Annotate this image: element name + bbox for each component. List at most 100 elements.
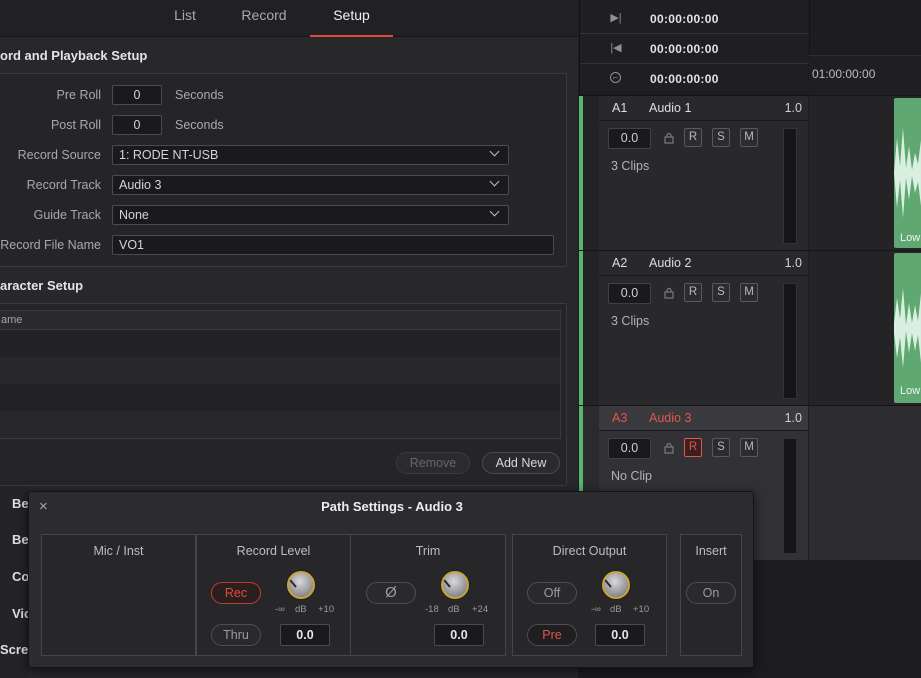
tab-record[interactable]: Record	[234, 0, 294, 37]
track-id: A1	[612, 101, 628, 115]
track-name[interactable]: Audio 2	[649, 256, 691, 270]
direct-output-knob[interactable]	[602, 571, 630, 599]
trim-value[interactable]: 0.0	[434, 624, 484, 646]
scale-unit: dB	[448, 604, 460, 615]
chevron-down-icon	[489, 206, 500, 217]
track-header: A2 Audio 2 1.0	[599, 251, 808, 276]
track-id: A3	[612, 411, 628, 425]
record-level-knob[interactable]	[287, 571, 315, 599]
scale-unit: dB	[295, 604, 307, 615]
track-lane[interactable]	[809, 405, 921, 560]
character-list-header: ame	[0, 311, 560, 330]
timeline-view[interactable]: 01:00:00:00 Low Low	[809, 0, 921, 678]
solo-button[interactable]: S	[712, 438, 730, 457]
sidebar-item[interactable]: Vic	[0, 596, 28, 632]
track-name[interactable]: Audio 1	[649, 101, 691, 115]
clip-label: Low	[900, 232, 921, 244]
solo-button[interactable]: S	[712, 128, 730, 147]
mute-button[interactable]: M	[740, 438, 758, 457]
add-new-button[interactable]: Add New	[482, 452, 560, 474]
post-roll-input[interactable]: 0	[112, 115, 162, 135]
ruler-timecode: 01:00:00:00	[812, 67, 876, 81]
waveform	[894, 288, 921, 368]
mute-button[interactable]: M	[740, 283, 758, 302]
track-lane-gutter	[583, 251, 599, 406]
record-file-name-input[interactable]: VO1	[112, 235, 554, 255]
level-meter	[783, 283, 797, 399]
remove-button[interactable]: Remove	[396, 452, 470, 474]
pre-button[interactable]: Pre	[527, 624, 577, 646]
track-volume[interactable]: 0.0	[608, 438, 651, 459]
level-meter	[783, 438, 797, 554]
scale-max: +24	[472, 604, 489, 615]
character-setup-title: aracter Setup	[0, 278, 84, 293]
direct-output-off-button[interactable]: Off	[527, 582, 577, 604]
solo-button[interactable]: S	[712, 283, 730, 302]
clip-count: 3 Clips	[611, 159, 650, 173]
phase-invert-button[interactable]: Ø	[366, 582, 416, 604]
trim-knob[interactable]	[441, 571, 469, 599]
record-arm-button[interactable]: R	[684, 438, 702, 457]
sidebar-item[interactable]: Be	[0, 486, 28, 522]
tab-setup[interactable]: Setup	[310, 0, 393, 37]
timecode-display: 00:00:00:00	[650, 12, 719, 26]
audio-clip[interactable]: Low	[894, 253, 921, 403]
track-volume[interactable]: 0.0	[608, 128, 651, 149]
record-arm-button[interactable]: R	[684, 128, 702, 147]
sidebar-item[interactable]: Co	[0, 559, 28, 595]
list-row[interactable]	[0, 411, 560, 438]
chevron-down-icon	[489, 146, 500, 157]
sidebar-item[interactable]: Scre	[0, 632, 28, 668]
scale-max: +10	[633, 604, 650, 615]
record-track-select[interactable]: Audio 3	[112, 175, 509, 195]
record-track-value: Audio 3	[119, 178, 162, 192]
record-level-value[interactable]: 0.0	[280, 624, 330, 646]
insert-title: Insert	[695, 544, 727, 558]
record-track-label: Record Track	[26, 178, 101, 192]
lock-icon[interactable]	[663, 132, 675, 144]
timecode-display: 00:00:00:00	[650, 42, 719, 56]
track-value: 1.0	[784, 256, 802, 270]
tab-list[interactable]: List	[160, 0, 210, 37]
mute-button[interactable]: M	[740, 128, 758, 147]
mic-inst-title: Mic / Inst	[93, 544, 144, 558]
track-header: A1 Audio 1 1.0	[599, 96, 808, 121]
insert-panel: Insert On	[680, 534, 742, 656]
skip-forward-icon[interactable]: ▶|	[610, 12, 622, 24]
character-list: ame	[0, 310, 561, 439]
record-playback-setup-title: ord and Playback Setup	[0, 48, 148, 63]
track-value: 1.0	[784, 411, 802, 425]
lock-icon[interactable]	[663, 442, 675, 454]
post-roll-label: Post Roll	[50, 118, 101, 132]
skip-back-icon[interactable]: |◀	[610, 42, 622, 54]
pre-roll-input[interactable]: 0	[112, 85, 162, 105]
record-level-panel: Record Level Rec Thru -∞ dB +10 0.0	[196, 534, 351, 656]
track-value: 1.0	[784, 101, 802, 115]
record-arm-button[interactable]: R	[684, 283, 702, 302]
thru-button[interactable]: Thru	[211, 624, 261, 646]
track-lane[interactable]: Low	[809, 250, 921, 405]
scale-min: -18	[425, 604, 439, 615]
name-column-header: ame	[1, 314, 23, 326]
audio-clip[interactable]: Low	[894, 98, 921, 248]
scale-unit: dB	[610, 604, 622, 615]
track-lane[interactable]: Low	[809, 95, 921, 250]
list-row[interactable]	[0, 357, 560, 384]
record-level-title: Record Level	[236, 544, 311, 558]
track-volume[interactable]: 0.0	[608, 283, 651, 304]
sidebar-item[interactable]: Be	[0, 522, 28, 558]
timeline-ruler[interactable]: 01:00:00:00	[809, 55, 921, 95]
direct-output-value[interactable]: 0.0	[595, 624, 645, 646]
insert-on-button[interactable]: On	[686, 582, 736, 604]
trim-title: Trim	[415, 544, 441, 558]
lock-icon[interactable]	[663, 287, 675, 299]
track-a2[interactable]: A2 Audio 2 1.0 0.0 R S M 3 Clips	[579, 250, 808, 406]
clip-count: 3 Clips	[611, 314, 650, 328]
divider	[580, 63, 809, 64]
guide-track-select[interactable]: None	[112, 205, 509, 225]
track-name[interactable]: Audio 3	[649, 411, 691, 425]
rec-button[interactable]: Rec	[211, 582, 261, 604]
track-a1[interactable]: A1 Audio 1 1.0 0.0 R S M 3 Clips	[579, 95, 808, 251]
record-source-select[interactable]: 1: RODE NT-USB	[112, 145, 509, 165]
post-roll-unit: Seconds	[175, 118, 224, 132]
